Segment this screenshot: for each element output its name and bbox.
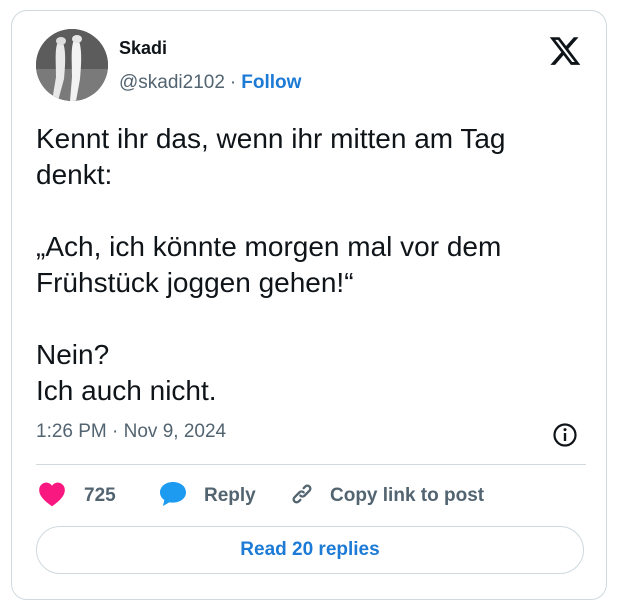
- tweet-line: Kennt ihr das, wenn ihr mitten am Tag de…: [36, 123, 506, 190]
- follow-button[interactable]: Follow: [241, 72, 301, 93]
- divider: [36, 464, 586, 465]
- info-icon[interactable]: [551, 421, 579, 449]
- separator-dot: ·: [229, 72, 237, 93]
- tweet-text: Kennt ihr das, wenn ihr mitten am Tag de…: [36, 121, 576, 409]
- link-icon: [288, 480, 316, 513]
- like-button[interactable]: 725: [38, 480, 116, 512]
- speech-bubble-icon: [158, 480, 188, 513]
- tweet-line: Nein?: [36, 339, 110, 370]
- tweet-line: „Ach, ich könnte morgen mal vor dem Früh…: [36, 231, 502, 298]
- copy-link-label: Copy link to post: [330, 485, 485, 506]
- read-replies-button[interactable]: Read 20 replies: [36, 526, 584, 574]
- tweet-line: Ich auch nicht.: [36, 375, 217, 406]
- copy-link-button[interactable]: Copy link to post: [288, 480, 484, 512]
- author-handle[interactable]: @skadi2102: [119, 72, 225, 93]
- heart-icon: [38, 481, 66, 512]
- avatar[interactable]: [36, 29, 108, 101]
- reply-label: Reply: [204, 485, 256, 506]
- author-name[interactable]: Skadi: [119, 38, 167, 59]
- reply-button[interactable]: Reply: [158, 480, 256, 512]
- x-logo-icon[interactable]: [548, 34, 582, 68]
- author-handle-row: @skadi2102 · Follow: [119, 72, 301, 94]
- like-count: 725: [84, 485, 116, 506]
- tweet-timestamp[interactable]: 1:26 PM · Nov 9, 2024: [36, 421, 226, 443]
- avatar-image: [36, 29, 108, 101]
